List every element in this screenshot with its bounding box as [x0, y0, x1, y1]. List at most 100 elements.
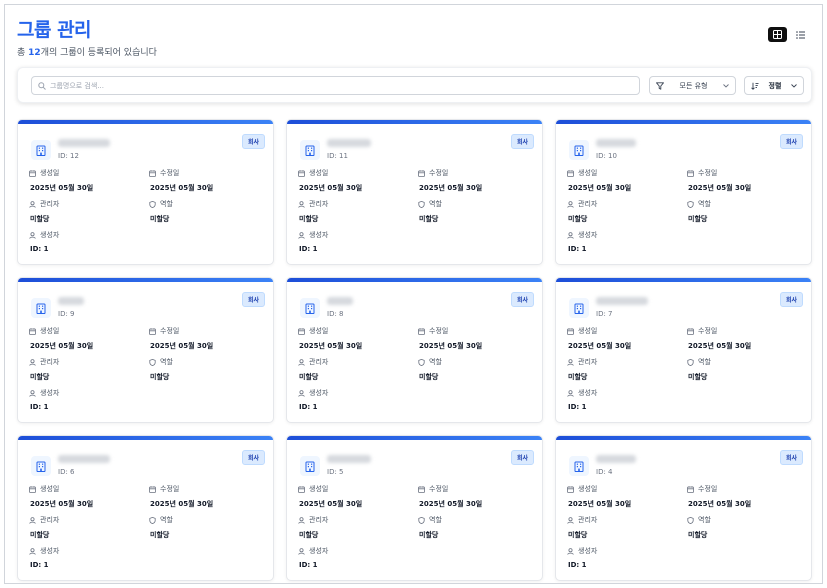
role-label: 역할 — [160, 200, 173, 208]
creator-field: 생성자 ID: 1 — [567, 388, 597, 411]
group-card[interactable]: ID: 12 회사 생성일 2025년 05월 30일 수정일 2025년 05… — [17, 119, 274, 265]
created-label: 생성일 — [309, 485, 329, 493]
role-value: 미할당 — [419, 373, 439, 381]
updated-date-field: 수정일 2025년 05월 30일 — [687, 168, 751, 193]
role-field: 역할 미할당 — [149, 515, 173, 540]
group-id: ID: 9 — [58, 310, 75, 318]
group-card[interactable]: ID: 7 회사 생성일 2025년 05월 30일 수정일 2025년 05월… — [555, 277, 812, 423]
role-label: 역할 — [698, 358, 711, 366]
updated-value: 2025년 05월 30일 — [150, 500, 214, 508]
grid-view-button[interactable] — [768, 27, 787, 42]
calendar-icon — [567, 485, 574, 493]
updated-date-field: 수정일 2025년 05월 30일 — [149, 326, 213, 351]
role-field: 역할 미할당 — [149, 357, 173, 382]
shield-icon — [418, 516, 425, 524]
created-date-field: 생성일 2025년 05월 30일 — [298, 168, 362, 193]
group-name-redacted — [327, 139, 371, 147]
user-icon — [567, 389, 574, 397]
filter-label: 모든 유형 — [679, 81, 708, 90]
card-accent-bar — [18, 120, 273, 124]
search-input[interactable] — [50, 81, 610, 90]
updated-label: 수정일 — [160, 169, 180, 177]
created-value: 2025년 05월 30일 — [299, 500, 363, 508]
page-title: 그룹 관리 — [17, 19, 92, 41]
card-accent-bar — [287, 436, 542, 440]
created-label: 생성일 — [578, 169, 598, 177]
manager-value: 미할당 — [299, 531, 319, 539]
filter-icon — [656, 81, 664, 90]
role-field: 역할 미할당 — [418, 515, 442, 540]
role-field: 역할 미할당 — [418, 199, 442, 224]
updated-label: 수정일 — [429, 169, 449, 177]
shield-icon — [687, 358, 694, 366]
group-type-badge: 회사 — [510, 292, 534, 307]
subtitle-suffix: 개의 그룹이 등록되어 있습니다 — [40, 48, 157, 58]
created-label: 생성일 — [309, 327, 329, 335]
role-label: 역할 — [160, 516, 173, 524]
group-card[interactable]: ID: 11 회사 생성일 2025년 05월 30일 수정일 2025년 05… — [286, 119, 543, 265]
group-card[interactable]: ID: 8 회사 생성일 2025년 05월 30일 수정일 2025년 05월… — [286, 277, 543, 423]
group-id: ID: 4 — [596, 468, 613, 476]
created-value: 2025년 05월 30일 — [30, 500, 94, 508]
creator-field: 생성자 ID: 1 — [29, 230, 59, 253]
role-label: 역할 — [429, 358, 442, 366]
group-card[interactable]: ID: 4 회사 생성일 2025년 05월 30일 수정일 2025년 05월… — [555, 435, 812, 581]
creator-value: ID: 1 — [30, 245, 49, 253]
user-icon — [298, 389, 305, 397]
created-value: 2025년 05월 30일 — [30, 184, 94, 192]
group-card[interactable]: ID: 9 회사 생성일 2025년 05월 30일 수정일 2025년 05월… — [17, 277, 274, 423]
manager-label: 관리자 — [578, 358, 598, 366]
group-type-badge: 회사 — [510, 134, 534, 149]
creator-label: 생성자 — [578, 547, 598, 555]
group-card[interactable]: ID: 5 회사 생성일 2025년 05월 30일 수정일 2025년 05월… — [286, 435, 543, 581]
list-icon — [796, 30, 805, 39]
user-icon — [567, 200, 574, 208]
creator-label: 생성자 — [309, 231, 329, 239]
role-label: 역할 — [698, 516, 711, 524]
role-field: 역할 미할당 — [687, 199, 711, 224]
updated-label: 수정일 — [160, 327, 180, 335]
creator-value: ID: 1 — [568, 245, 587, 253]
user-icon — [567, 231, 574, 239]
manager-label: 관리자 — [40, 358, 60, 366]
group-card[interactable]: ID: 10 회사 생성일 2025년 05월 30일 수정일 2025년 05… — [555, 119, 812, 265]
search-box[interactable] — [31, 76, 640, 95]
group-card[interactable]: ID: 6 회사 생성일 2025년 05월 30일 수정일 2025년 05월… — [17, 435, 274, 581]
group-type-badge: 회사 — [510, 450, 534, 465]
page-subtitle: 총 12개의 그룹이 등록되어 있습니다 — [17, 45, 157, 58]
created-date-field: 생성일 2025년 05월 30일 — [29, 484, 93, 509]
role-value: 미할당 — [150, 373, 170, 381]
building-icon — [31, 456, 51, 476]
building-icon — [31, 140, 51, 160]
building-icon — [300, 456, 320, 476]
manager-field: 관리자 미할당 — [567, 199, 597, 224]
group-name-redacted — [596, 139, 636, 147]
manager-value: 미할당 — [299, 373, 319, 381]
manager-value: 미할당 — [30, 215, 50, 223]
chevron-down-icon — [791, 83, 797, 88]
user-icon — [298, 358, 305, 366]
shield-icon — [687, 200, 694, 208]
sort-select[interactable]: 정렬 — [744, 76, 804, 95]
created-label: 생성일 — [578, 327, 598, 335]
created-label: 생성일 — [578, 485, 598, 493]
user-icon — [29, 389, 36, 397]
creator-field: 생성자 ID: 1 — [567, 230, 597, 253]
toolbar: 모든 유형 정렬 — [17, 67, 812, 103]
building-icon — [569, 140, 589, 160]
created-value: 2025년 05월 30일 — [299, 184, 363, 192]
creator-label: 생성자 — [40, 231, 60, 239]
shield-icon — [149, 358, 156, 366]
calendar-icon — [29, 169, 36, 177]
creator-label: 생성자 — [40, 547, 60, 555]
creator-label: 생성자 — [309, 389, 329, 397]
card-accent-bar — [18, 278, 273, 282]
building-icon — [569, 456, 589, 476]
list-view-button[interactable] — [791, 27, 810, 42]
calendar-icon — [149, 169, 156, 177]
user-icon — [567, 516, 574, 524]
created-date-field: 생성일 2025년 05월 30일 — [567, 168, 631, 193]
type-filter-select[interactable]: 모든 유형 — [649, 76, 736, 95]
creator-field: 생성자 ID: 1 — [29, 388, 59, 411]
group-id: ID: 5 — [327, 468, 344, 476]
